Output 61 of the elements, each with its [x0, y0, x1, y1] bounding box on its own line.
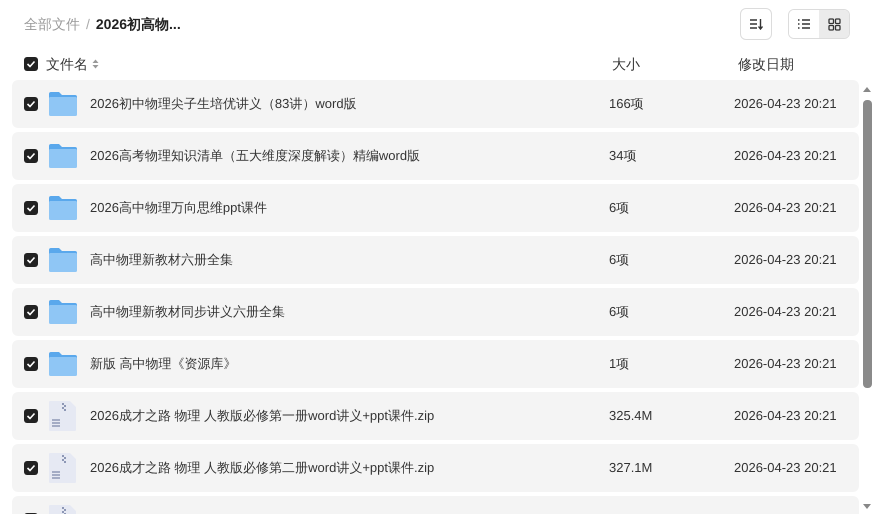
file-size: 34项: [609, 147, 638, 166]
column-header[interactable]: 修改日期: [738, 54, 794, 74]
file-size: 327.1M: [609, 459, 654, 478]
checkbox[interactable]: [24, 305, 38, 319]
modified-date: 2026-04-23 20:21: [734, 355, 837, 374]
grid-view-icon: [828, 18, 840, 30]
file-row[interactable]: 新版 高中物理《资源库》 1项 2026-04-23 20:21: [12, 340, 859, 388]
file-name: 2026高中物理万向思维ppt课件: [90, 199, 267, 218]
file-size: 325.4M: [609, 407, 654, 426]
folder-icon: [48, 195, 78, 221]
modified-date: 2026-04-23 20:21: [734, 407, 837, 426]
file-size: 6项: [609, 251, 630, 270]
column-header[interactable]: 文件名: [46, 54, 88, 74]
file-row[interactable]: 2026高考物理知识清单（五大维度深度解读）精编word版 34项 2026-04-23 20:21: [12, 132, 859, 180]
checkbox[interactable]: [24, 409, 38, 423]
modified-date: 2026-04-23 20:21: [734, 199, 837, 218]
breadcrumb-current[interactable]: 2026初高物...: [96, 14, 181, 34]
file-name: 2026成才之路 物理 人教版必修第二册word讲义+ppt课件.zip: [90, 459, 434, 478]
file-size: 166项: [609, 95, 645, 114]
file-name: 新版 高中物理《资源库》: [90, 355, 237, 374]
folder-icon: [48, 299, 78, 325]
folder-icon: [48, 247, 78, 273]
checkbox[interactable]: [24, 357, 38, 371]
folder-icon: [48, 143, 78, 169]
list-view-icon: [797, 18, 811, 30]
scrollbar-thumb[interactable]: [863, 100, 872, 388]
view-toggle-button[interactable]: [819, 10, 849, 38]
modified-date: 2026-04-23 20:21: [734, 95, 837, 114]
checkbox[interactable]: [24, 57, 38, 71]
file-name: 2026高考物理知识清单（五大维度深度解读）精编word版: [90, 147, 420, 166]
checkbox[interactable]: [24, 253, 38, 267]
file-row[interactable]: 2026成才之路 物理 人教版必修第一册word讲义+ppt课件.zip 325.4M 2026-04-23 20:21: [12, 392, 859, 440]
column-header[interactable]: 大小: [612, 54, 738, 74]
file-name: 2026成才之路 物理 人教版必修第一册word讲义+ppt课件.zip: [90, 407, 434, 426]
file-size: 6项: [609, 199, 630, 218]
breadcrumb-separator: /: [86, 14, 90, 34]
modified-date: 2026-04-23 20:21: [734, 251, 837, 270]
file-row[interactable]: 高中物理新教材六册全集 6项 2026-04-23 20:21: [12, 236, 859, 284]
file-name: 高中物理新教材六册全集: [90, 251, 233, 270]
modified-date: 2026-04-23 20:21: [734, 459, 837, 478]
file-row[interactable]: 2026成才之路 物理 人教版必修第二册word讲义+ppt课件.zip 327.1M 2026-04-23 20:21: [12, 444, 859, 492]
sort-arrows-icon[interactable]: [92, 59, 99, 69]
file-size: 1项: [609, 355, 630, 374]
file-row[interactable]: 2026高中物理万向思维ppt课件 6项 2026-04-23 20:21: [12, 184, 859, 232]
file-name: 高中物理新教材同步讲义六册全集: [90, 303, 285, 322]
zip-file-icon: [48, 452, 78, 484]
zip-file-icon: [48, 400, 78, 432]
checkbox[interactable]: [24, 149, 38, 163]
folder-icon: [48, 351, 78, 377]
sort-icon: [749, 18, 763, 30]
sort-button[interactable]: [740, 8, 772, 40]
file-row[interactable]: 高中物理新教材同步讲义六册全集 6项 2026-04-23 20:21: [12, 288, 859, 336]
checkbox[interactable]: [24, 461, 38, 475]
file-size: 6项: [609, 303, 630, 322]
file-row[interactable]: 2026初中物理尖子生培优讲义（83讲）word版 166项 2026-04-23 20:21: [12, 80, 859, 128]
checkbox[interactable]: [24, 97, 38, 111]
checkbox[interactable]: [24, 201, 38, 215]
file-name: 2026初中物理尖子生培优讲义（83讲）word版: [90, 95, 357, 114]
modified-date: 2026-04-23 20:21: [734, 147, 837, 166]
modified-date: 2026-04-23 20:21: [734, 303, 837, 322]
folder-icon: [48, 91, 78, 117]
